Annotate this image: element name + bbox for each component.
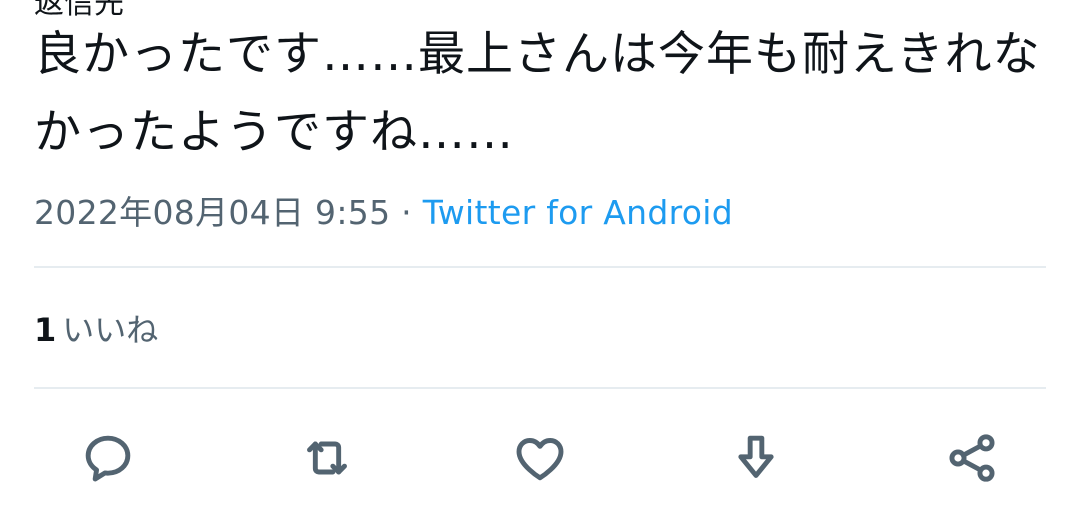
retweet-button[interactable] [297,428,357,488]
reply-button[interactable] [78,428,138,488]
download-icon [738,435,774,478]
likes-count: 1 [34,311,57,349]
tweet-meta: 2022年08月04日 9:55 · Twitter for Android [34,186,733,234]
meta-separator: · [401,193,412,232]
tweet-text: 良かったです……最上さんは今年も耐えきれなかったようですね…… [34,27,1041,160]
divider [34,387,1046,389]
share-button[interactable] [942,428,1002,488]
tweet-source[interactable]: Twitter for Android [423,193,733,232]
tweet-timestamp[interactable]: 2022年08月04日 9:55 [34,193,390,232]
download-button[interactable] [726,428,786,488]
share-icon [949,434,995,482]
reply-icon [85,435,131,482]
retweet-icon [307,441,347,475]
likes-label: いいね [62,311,159,349]
divider [34,266,1046,268]
like-button[interactable] [510,428,570,488]
action-bar [0,420,1080,500]
tweet-detail: 返信先 良かったです……最上さんは今年も耐えきれなかったようですね…… 2022… [0,0,1080,519]
heart-icon [516,438,564,481]
likes-stat[interactable]: 1 いいね [34,305,158,351]
